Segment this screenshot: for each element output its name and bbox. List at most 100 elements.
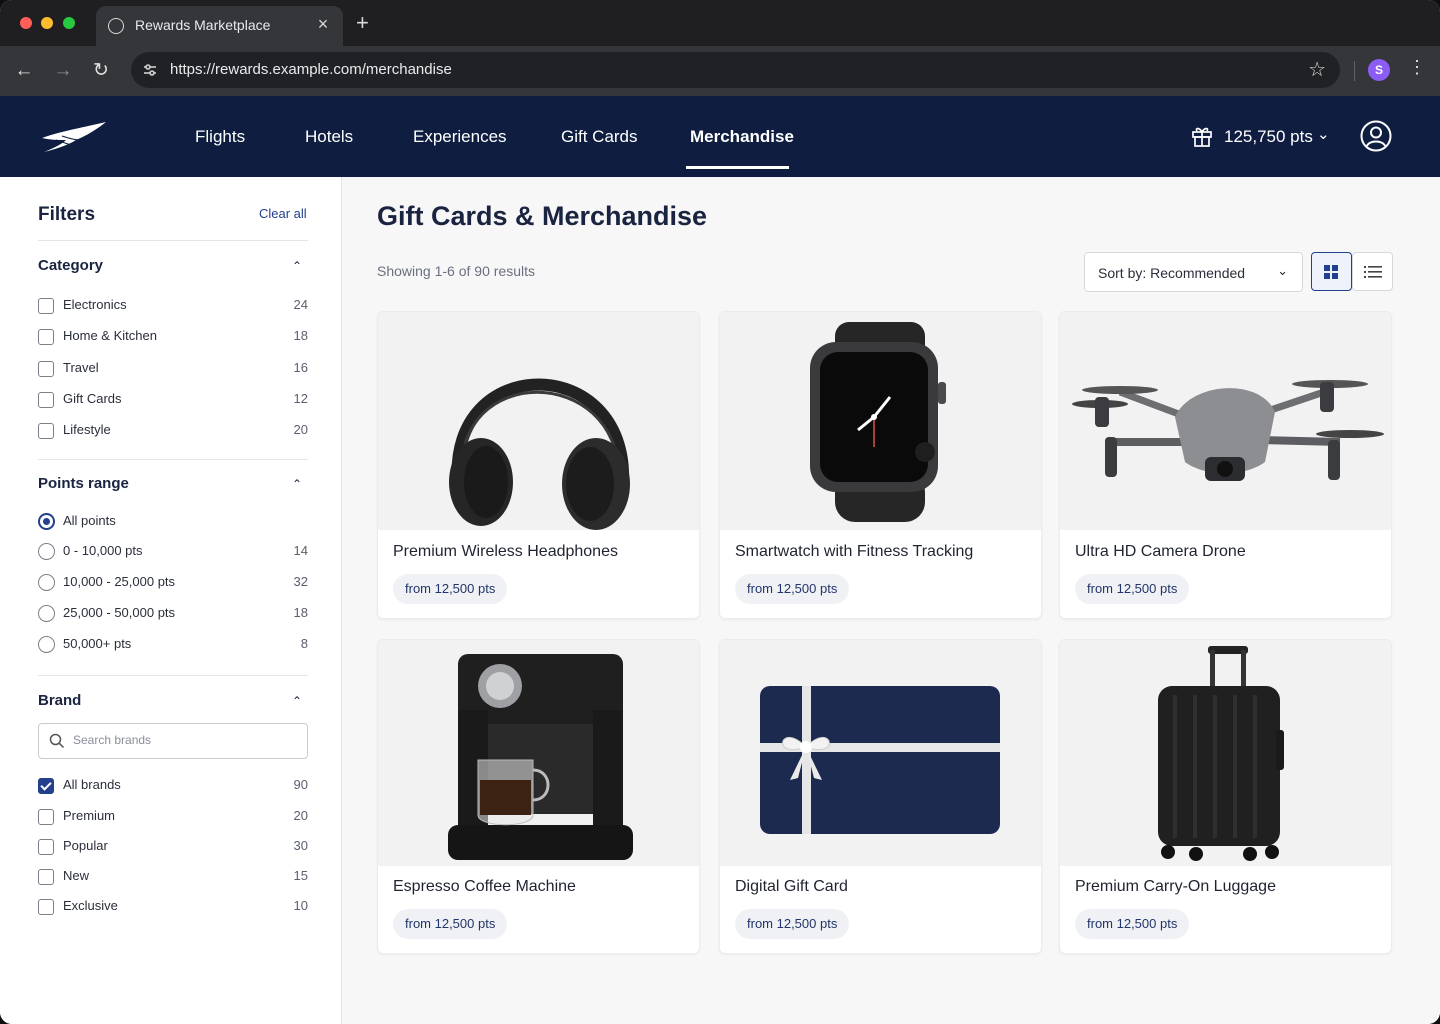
category-option-electronics[interactable]: Electronics 24: [38, 297, 308, 317]
grid-icon: [1324, 265, 1338, 279]
product-image[interactable]: [378, 640, 699, 866]
radio-button[interactable]: [38, 513, 55, 530]
account-icon[interactable]: [1360, 120, 1392, 152]
category-option-travel[interactable]: Travel 16: [38, 360, 308, 380]
brand-option-popular[interactable]: Popular 30: [38, 838, 308, 858]
checkbox[interactable]: [38, 423, 54, 439]
product-image[interactable]: [720, 312, 1041, 530]
option-count: 20: [293, 808, 308, 823]
brand-option-all[interactable]: All brands 90: [38, 777, 308, 797]
radio-button[interactable]: [38, 574, 55, 591]
points-option-25000-50000[interactable]: 25,000 - 50,000 pts 18: [38, 605, 308, 625]
product-card[interactable]: Premium Wireless Headphones from 12,500 …: [377, 311, 700, 619]
gift-card-image: [760, 686, 1000, 834]
star-icon[interactable]: ☆: [1308, 57, 1326, 82]
nav-hotels[interactable]: Hotels: [305, 127, 353, 147]
category-option-gift-cards[interactable]: Gift Cards 12: [38, 391, 308, 411]
product-card[interactable]: Ultra HD Camera Drone from 12,500 pts: [1059, 311, 1392, 619]
option-label: New: [63, 868, 90, 883]
product-image[interactable]: [1060, 640, 1391, 866]
category-section-title[interactable]: Category: [38, 257, 103, 274]
sort-label: Sort by: Recommended: [1098, 265, 1246, 281]
grid-view-button[interactable]: [1311, 252, 1352, 291]
product-name[interactable]: Espresso Coffee Machine: [393, 878, 576, 896]
checkbox[interactable]: [38, 839, 54, 855]
brand-search-field[interactable]: [38, 723, 308, 759]
brand-option-exclusive[interactable]: Exclusive 10: [38, 898, 308, 918]
product-card[interactable]: Smartwatch with Fitness Tracking from 12…: [719, 311, 1042, 619]
chevron-up-icon[interactable]: ⌃: [292, 259, 302, 273]
minimize-window-button[interactable]: [41, 17, 53, 29]
product-name[interactable]: Premium Carry-On Luggage: [1075, 878, 1276, 896]
checkbox[interactable]: [38, 778, 54, 794]
product-name[interactable]: Digital Gift Card: [735, 878, 848, 896]
product-card[interactable]: Premium Carry-On Luggage from 12,500 pts: [1059, 639, 1392, 954]
browser-tab[interactable]: Rewards Marketplace ×: [96, 6, 343, 46]
option-label: 0 - 10,000 pts: [63, 543, 143, 558]
chevron-up-icon[interactable]: ⌃: [292, 694, 302, 708]
option-label: Popular: [63, 838, 108, 853]
product-card[interactable]: Digital Gift Card from 12,500 pts: [719, 639, 1042, 954]
divider: [38, 459, 308, 460]
nav-gift-cards[interactable]: Gift Cards: [561, 127, 638, 147]
points-option-10000-25000[interactable]: 10,000 - 25,000 pts 32: [38, 574, 308, 594]
checkbox[interactable]: [38, 329, 54, 345]
checkbox[interactable]: [38, 899, 54, 915]
brand-section-title[interactable]: Brand: [38, 692, 81, 709]
category-option-home-kitchen[interactable]: Home & Kitchen 18: [38, 328, 308, 348]
clear-all-link[interactable]: Clear all: [259, 206, 307, 221]
globe-icon: [108, 18, 124, 34]
option-label: All points: [63, 513, 116, 528]
nav-merchandise[interactable]: Merchandise: [690, 127, 794, 147]
luggage-image: [1158, 646, 1284, 861]
divider: [38, 675, 308, 676]
maximize-window-button[interactable]: [63, 17, 75, 29]
reload-icon[interactable]: ↻: [89, 59, 113, 83]
kebab-menu-icon[interactable]: ⋮: [1408, 57, 1426, 78]
product-name[interactable]: Smartwatch with Fitness Tracking: [735, 543, 973, 561]
points-option-0-10000[interactable]: 0 - 10,000 pts 14: [38, 543, 308, 563]
close-tab-icon[interactable]: ×: [313, 14, 333, 35]
sort-dropdown[interactable]: Sort by: Recommended ⌄: [1084, 252, 1303, 292]
radio-button[interactable]: [38, 605, 55, 622]
product-name[interactable]: Premium Wireless Headphones: [393, 543, 618, 561]
product-price: from 12,500 pts: [393, 909, 508, 939]
points-option-all[interactable]: All points: [38, 513, 308, 533]
checkbox[interactable]: [38, 298, 54, 314]
forward-arrow-icon[interactable]: →: [51, 59, 75, 83]
radio-button[interactable]: [38, 543, 55, 560]
radio-button[interactable]: [38, 636, 55, 653]
brand-option-premium[interactable]: Premium 20: [38, 808, 308, 828]
profile-avatar[interactable]: S: [1368, 59, 1390, 81]
points-range-section-title[interactable]: Points range: [38, 475, 129, 492]
list-view-button[interactable]: [1352, 252, 1393, 291]
brand-option-new[interactable]: New 15: [38, 868, 308, 888]
product-card[interactable]: Espresso Coffee Machine from 12,500 pts: [377, 639, 700, 954]
back-arrow-icon[interactable]: ←: [12, 59, 36, 83]
browser-window: Rewards Marketplace × + ← → ↻ https://re…: [0, 0, 1440, 1024]
address-bar[interactable]: https://rewards.example.com/merchandise …: [131, 52, 1340, 88]
checkbox[interactable]: [38, 869, 54, 885]
new-tab-icon[interactable]: +: [356, 10, 369, 36]
product-image[interactable]: [1060, 312, 1391, 530]
nav-flights[interactable]: Flights: [195, 127, 245, 147]
option-count: 90: [293, 777, 308, 792]
option-label: 25,000 - 50,000 pts: [63, 605, 176, 620]
points-option-50000-plus[interactable]: 50,000+ pts 8: [38, 636, 308, 656]
product-image[interactable]: [720, 640, 1041, 866]
option-count: 10: [293, 898, 308, 913]
chevron-up-icon[interactable]: ⌃: [292, 477, 302, 491]
option-label: Exclusive: [63, 898, 118, 913]
bird-logo-icon[interactable]: [40, 118, 110, 154]
checkbox[interactable]: [38, 361, 54, 377]
option-count: 16: [293, 360, 308, 375]
product-name[interactable]: Ultra HD Camera Drone: [1075, 543, 1246, 561]
checkbox[interactable]: [38, 809, 54, 825]
close-window-button[interactable]: [20, 17, 32, 29]
nav-experiences[interactable]: Experiences: [413, 127, 507, 147]
checkbox[interactable]: [38, 392, 54, 408]
brand-search-input[interactable]: [73, 733, 293, 747]
category-option-lifestyle[interactable]: Lifestyle 20: [38, 422, 308, 442]
site-settings-icon[interactable]: [141, 61, 159, 79]
product-image[interactable]: [378, 312, 699, 530]
